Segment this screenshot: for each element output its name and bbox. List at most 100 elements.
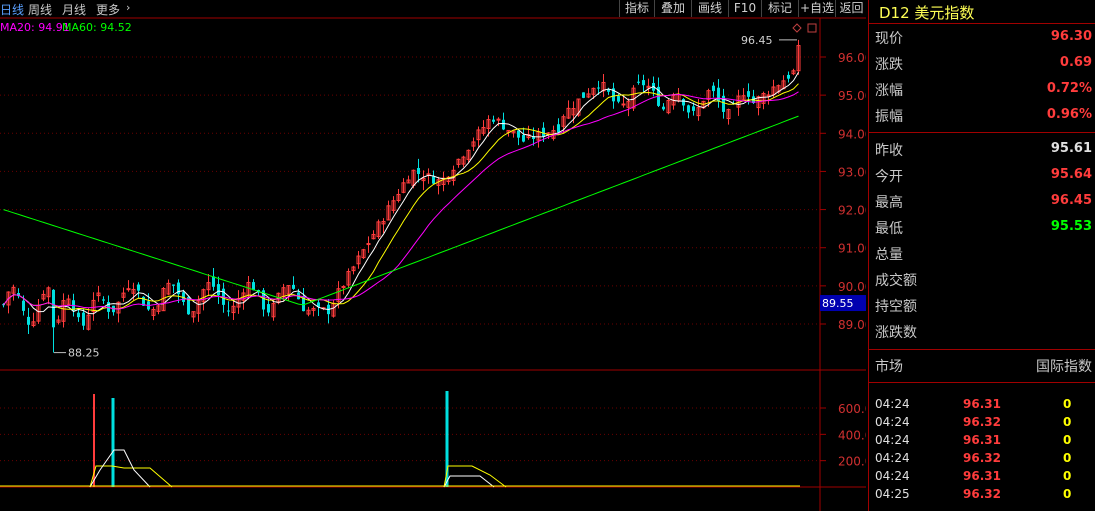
volume-axis-label: 200.0 <box>838 455 866 469</box>
tick-price: 96.32 <box>963 451 1001 465</box>
candle-body <box>52 289 55 328</box>
indicator-button[interactable]: 指标 <box>619 0 654 17</box>
quote-label-amplitude: 振幅 <box>875 109 903 125</box>
candle-body <box>22 300 25 311</box>
ma20-legend: MA20: 94.91 <box>0 21 70 34</box>
candlestick-chart[interactable]: 96.00 95.00 94.00 93.00 92.00 91.00 90.00 89.00… <box>0 0 866 511</box>
tick-row: 04:24 96.31 0 <box>875 397 1093 415</box>
market-value: 国际指数 <box>1036 359 1092 375</box>
stat-value-high: 96.45 <box>1050 193 1092 208</box>
candle-body <box>417 168 420 174</box>
tick-time: 04:24 <box>875 433 910 447</box>
tick-row: 04:24 96.31 0 <box>875 433 1093 451</box>
stat-label-open: 今开 <box>875 169 903 185</box>
quote-label-change-pct: 涨幅 <box>875 83 903 99</box>
price-axis-label: 96.00 <box>838 51 866 65</box>
tab-more[interactable]: 更多 <box>96 1 120 18</box>
candle-body <box>292 284 295 289</box>
candle-body <box>492 119 495 122</box>
chevron-right-icon[interactable]: › <box>126 1 130 14</box>
candle-body <box>172 284 175 286</box>
candle-body <box>126 288 131 291</box>
overlay-button[interactable]: 叠加 <box>654 0 691 17</box>
candle-body <box>557 124 560 133</box>
tick-row: 04:24 96.32 0 <box>875 415 1093 433</box>
f10-button[interactable]: F10 <box>728 0 761 17</box>
divider <box>869 23 1095 24</box>
candle-body <box>217 284 220 296</box>
stat-value-open: 95.64 <box>1050 167 1092 182</box>
candle-body <box>621 103 626 106</box>
volume-ma-line <box>89 465 173 488</box>
candle-body <box>502 119 505 130</box>
candle-body <box>642 80 645 86</box>
tick-row: 04:24 96.32 0 <box>875 451 1093 469</box>
stat-label-high: 最高 <box>875 195 903 211</box>
candle-body <box>517 130 520 138</box>
tick-time: 04:24 <box>875 469 910 483</box>
candle-body <box>582 92 585 98</box>
diamond-icon <box>792 23 802 33</box>
square-icon <box>807 23 817 33</box>
ma20-line <box>3 91 799 310</box>
divider <box>869 382 1095 383</box>
candle-body <box>366 243 371 246</box>
chart-toolbar: 日线 周线 月线 更多 › 指标 叠加 画线 F10 标记 +自选 返回 <box>0 0 866 18</box>
tick-time: 04:24 <box>875 415 910 429</box>
price-axis-label: 91.00 <box>838 242 866 256</box>
add-watchlist-button[interactable]: +自选 <box>798 0 835 17</box>
quote-label-price: 现价 <box>875 31 903 47</box>
draw-line-button[interactable]: 画线 <box>691 0 728 17</box>
stat-label-low: 最低 <box>875 221 903 237</box>
quote-value-price: 96.30 <box>1050 29 1092 44</box>
tick-time: 04:25 <box>875 487 910 501</box>
ma5-line <box>3 72 799 315</box>
tab-weekly[interactable]: 周线 <box>28 1 52 18</box>
quote-panel: D12 美元指数 现价 96.30 涨跌 0.69 涨幅 0.72% 振幅 0.… <box>868 0 1095 511</box>
mark-button[interactable]: 标记 <box>761 0 798 17</box>
tick-price: 96.32 <box>963 487 1001 501</box>
candle-body <box>77 312 80 318</box>
stat-label-short-interest: 持空额 <box>875 299 917 315</box>
ma10-line <box>3 83 799 312</box>
tick-price: 96.31 <box>963 469 1001 483</box>
volume-ma-line <box>443 475 495 488</box>
tick-volume: 0 <box>1063 433 1072 447</box>
candle-body <box>267 304 270 313</box>
quote-value-change-pct: 0.72% <box>1046 81 1092 96</box>
candle-body <box>102 299 105 301</box>
tick-price: 96.32 <box>963 415 1001 429</box>
candle-body <box>712 85 715 92</box>
candle-body <box>682 99 685 106</box>
candle-body <box>27 316 30 325</box>
tick-row: 04:24 96.31 0 <box>875 469 1093 487</box>
candle-body <box>227 310 230 312</box>
tick-time: 04:24 <box>875 397 910 411</box>
candle-body <box>432 176 435 184</box>
low-marker-label: 88.25 <box>68 347 100 360</box>
tick-volume: 0 <box>1063 415 1072 429</box>
candle-body <box>687 105 690 113</box>
tick-price: 96.31 <box>963 433 1001 447</box>
price-axis-label: 93.00 <box>838 165 866 179</box>
price-axis-label: 94.00 <box>838 127 866 141</box>
price-axis-label: 89.00 <box>838 318 866 332</box>
candle-body <box>617 96 620 102</box>
price-axis-label: 92.00 <box>838 204 866 218</box>
stat-label-volume: 总量 <box>875 247 903 263</box>
candle-body <box>692 106 695 111</box>
ma60-legend: MA60: 94.52 <box>62 21 132 34</box>
current-price-label: 89.55 <box>822 297 854 310</box>
tick-price: 96.31 <box>963 397 1001 411</box>
candle-body <box>662 106 665 110</box>
tick-volume: 0 <box>1063 487 1072 501</box>
high-marker-label: 96.45 <box>741 34 773 47</box>
stat-label-advance-decline: 涨跌数 <box>875 325 917 341</box>
candle-body <box>137 284 140 291</box>
volume-axis-label: 600.0 <box>838 402 866 416</box>
instrument-title: D12 美元指数 <box>879 4 975 22</box>
back-button[interactable]: 返回 <box>835 0 867 17</box>
tick-volume: 0 <box>1063 397 1072 411</box>
tab-monthly[interactable]: 月线 <box>62 1 86 18</box>
tab-daily[interactable]: 日线 <box>0 1 24 18</box>
